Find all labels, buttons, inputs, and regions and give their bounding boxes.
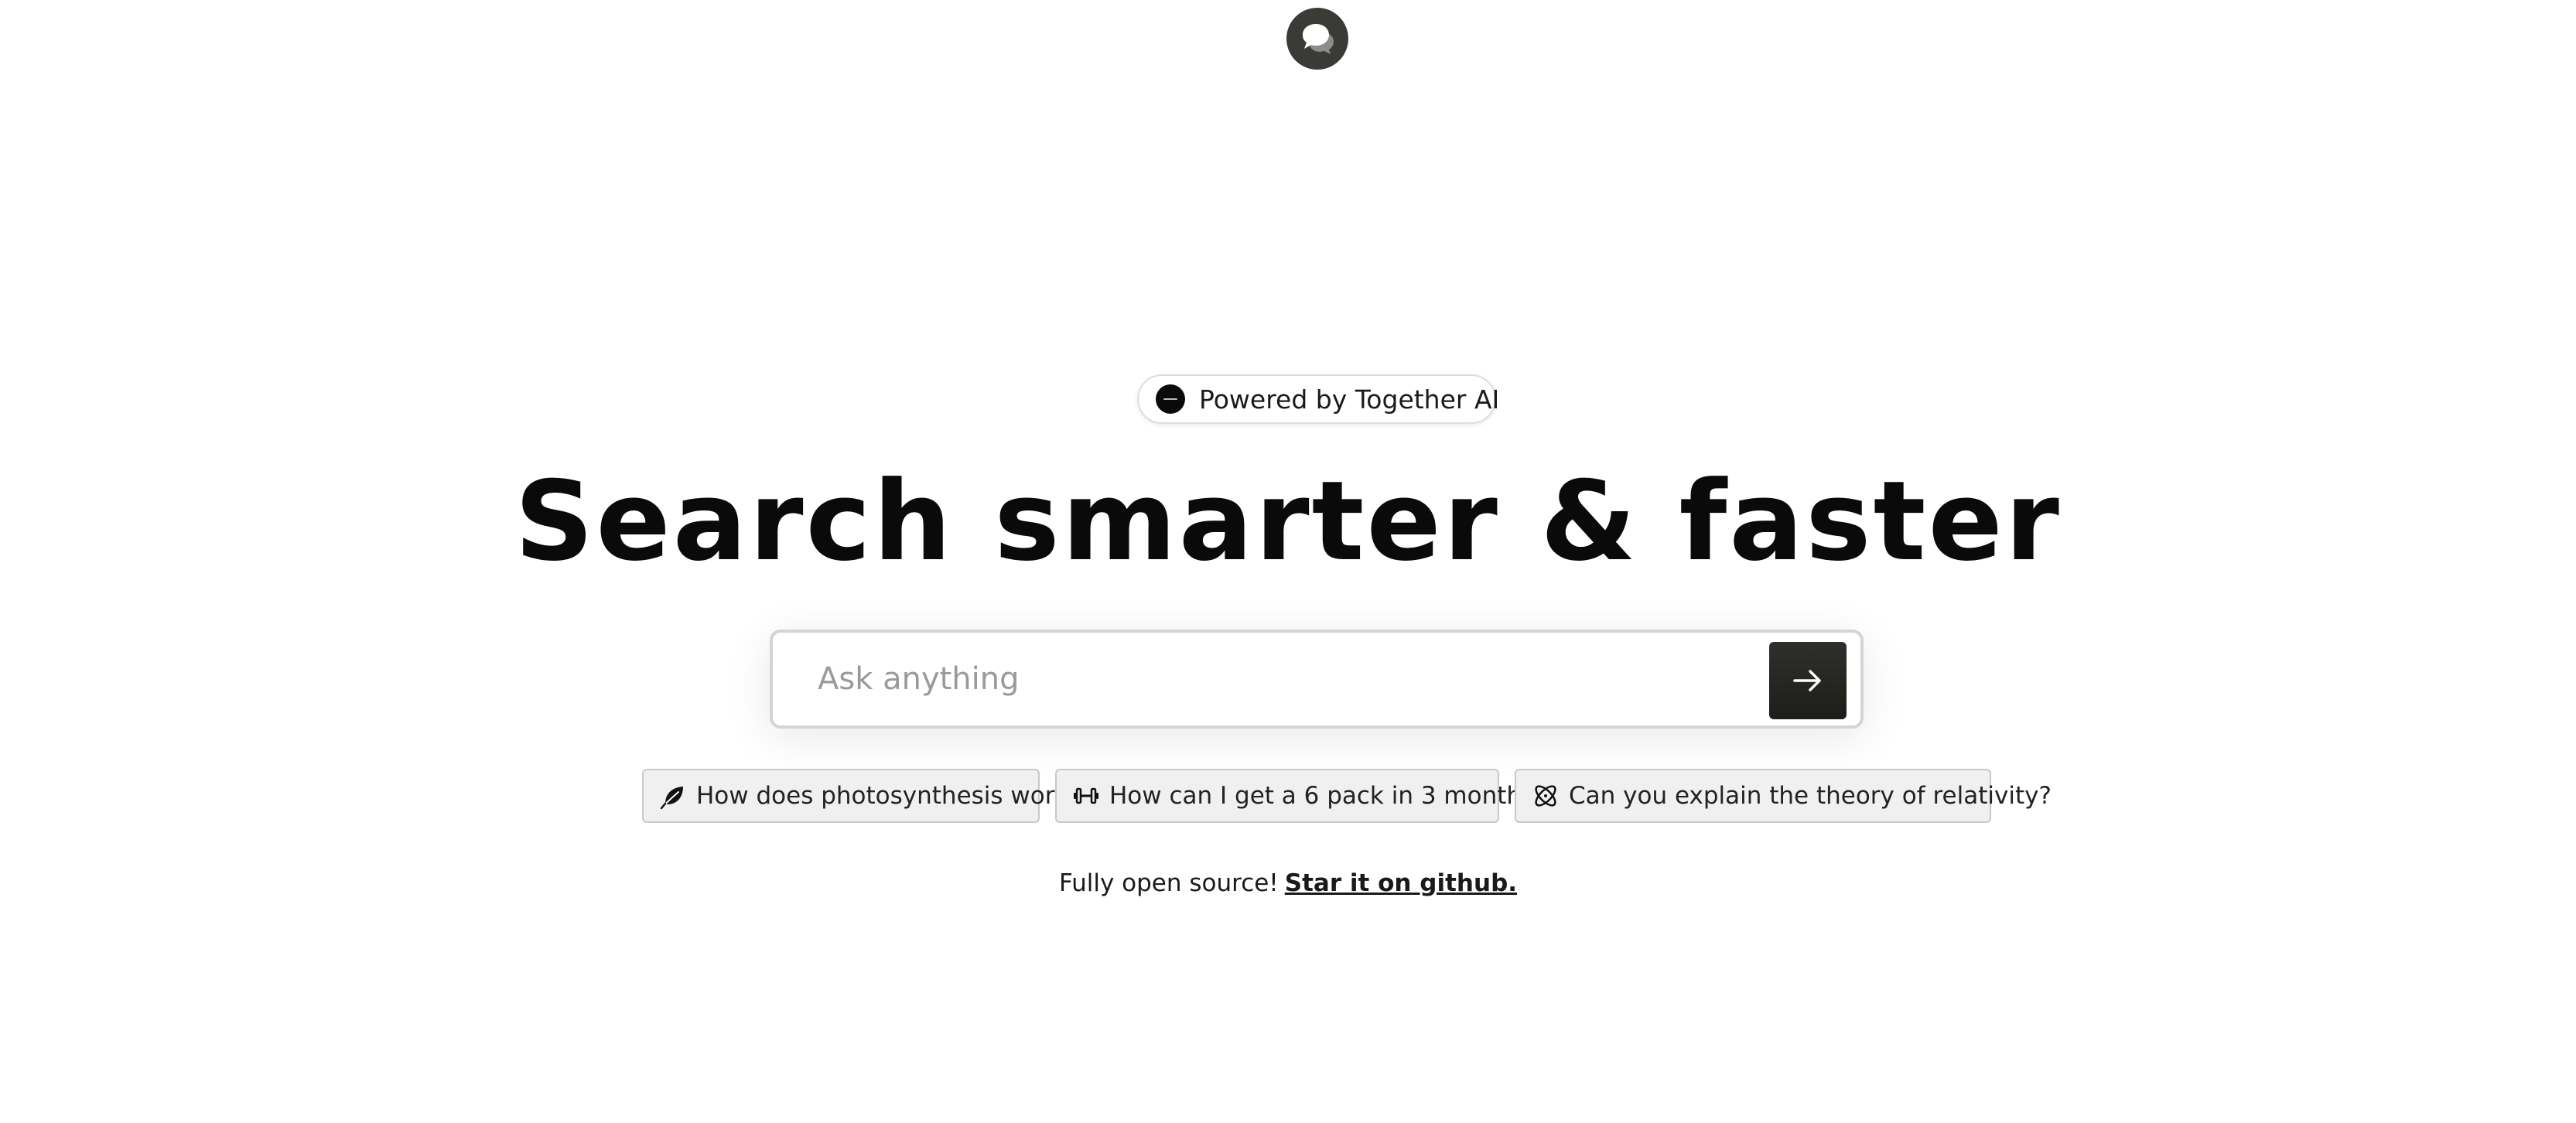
search-input[interactable] bbox=[818, 647, 1746, 712]
footer: Fully open source! Star it on github. bbox=[0, 869, 2576, 897]
together-ai-logo-icon bbox=[1156, 384, 1185, 414]
powered-by-badge[interactable]: Powered by Together AI bbox=[1137, 374, 1500, 424]
suggestion-label: How can I get a 6 pack in 3 months? bbox=[1109, 782, 1547, 810]
footer-text: Fully open source! bbox=[1058, 869, 1279, 897]
page: Powered by Together AI Search smarter & … bbox=[0, 0, 2576, 1123]
badge-text: Powered by Together AI bbox=[1199, 384, 1500, 415]
page-title: Search smarter & faster bbox=[514, 458, 2062, 585]
github-link[interactable]: Star it on github. bbox=[1285, 869, 1517, 897]
suggestion-six-pack[interactable]: How can I get a 6 pack in 3 months? bbox=[1055, 769, 1547, 823]
suggestion-relativity[interactable]: Can you explain the theory of relativity… bbox=[1515, 769, 2052, 823]
search-submit-button[interactable] bbox=[1769, 642, 1847, 719]
app-logo[interactable] bbox=[1286, 8, 1348, 70]
dumbbell-icon bbox=[1074, 787, 1098, 804]
arrow-right-icon bbox=[1793, 670, 1821, 691]
suggestion-photosynthesis[interactable]: How does photosynthesis work? bbox=[642, 769, 1081, 823]
suggestion-label: Can you explain the theory of relativity… bbox=[1569, 782, 2052, 810]
chat-bubbles-icon bbox=[1303, 24, 1334, 54]
leaf-icon bbox=[660, 787, 683, 810]
suggestion-label: How does photosynthesis work? bbox=[696, 782, 1081, 810]
search-box bbox=[770, 630, 1864, 729]
atom-icon bbox=[1535, 785, 1556, 807]
